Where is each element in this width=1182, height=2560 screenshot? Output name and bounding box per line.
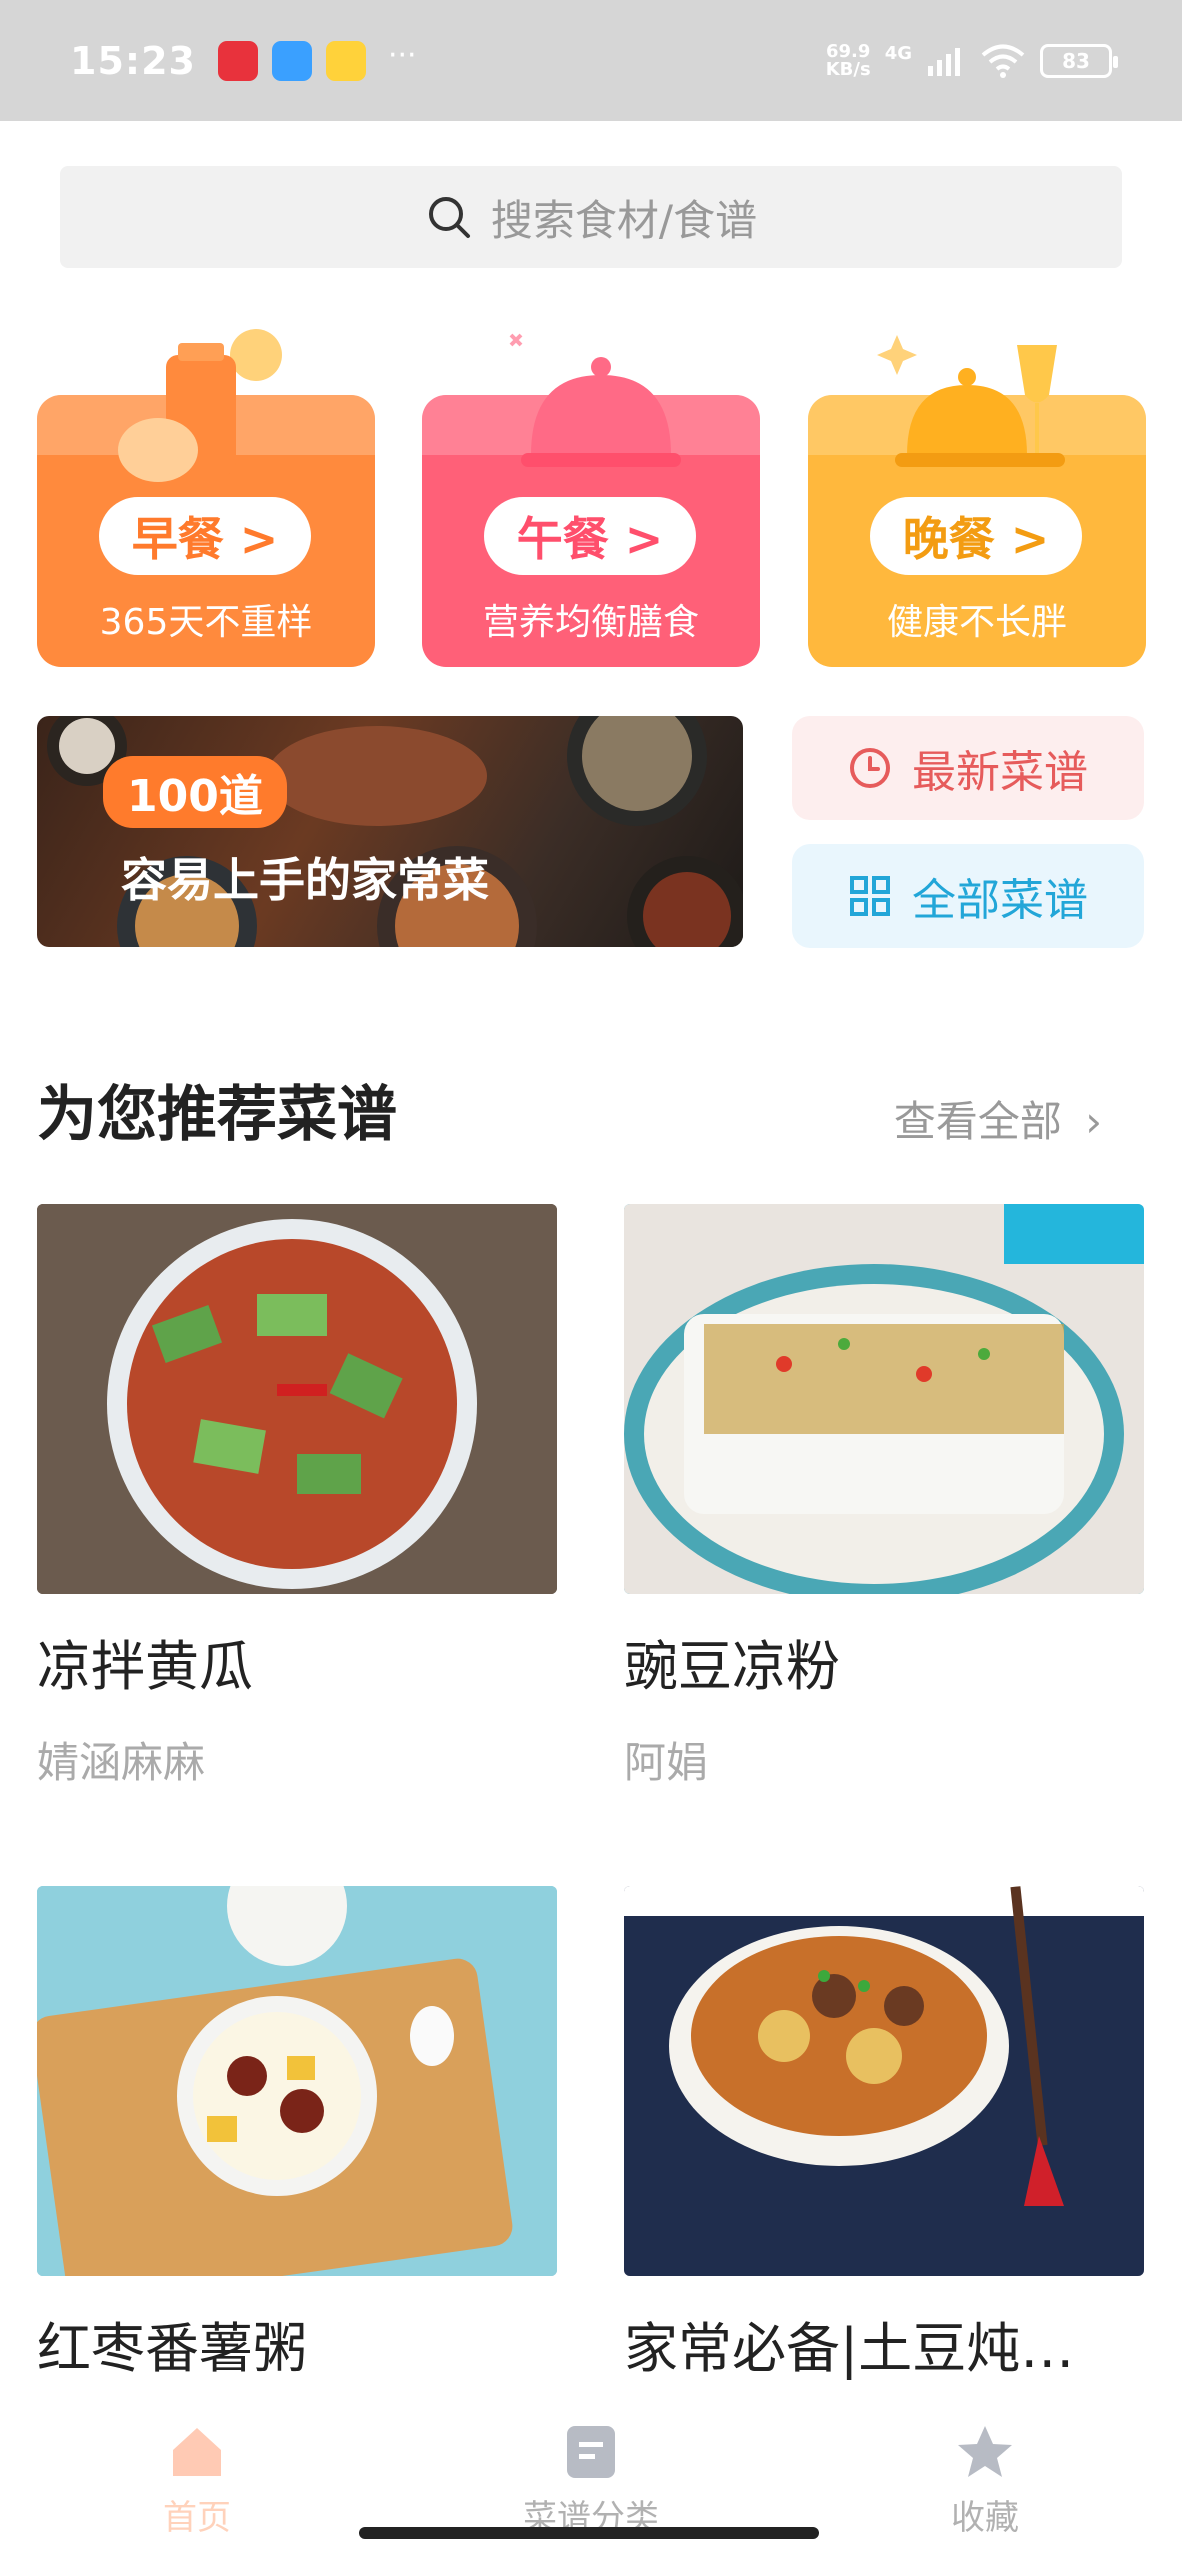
recipe-image xyxy=(37,1886,557,2276)
latest-recipes-label: 最新菜谱 xyxy=(912,747,1088,798)
breakfast-card[interactable]: 早餐 > 365天不重样 xyxy=(37,329,375,667)
search-icon xyxy=(428,197,470,238)
recipe-image xyxy=(37,1204,557,1594)
breakfast-juice-icon xyxy=(118,329,282,482)
search-placeholder: 搜索食材/食谱 xyxy=(490,195,758,245)
recipe-card[interactable]: 红枣番薯粥 xyxy=(37,1886,557,2383)
document-icon xyxy=(567,2425,615,2478)
tab-home[interactable]: 首页 xyxy=(0,2400,394,2560)
recipe-card[interactable]: 凉拌黄瓜 婧涵麻麻 xyxy=(37,1204,557,1790)
banner-count-tag: 100道 xyxy=(103,756,287,828)
status-bar: 15:23 ··· 69.9 KB/s 4G 83 xyxy=(0,0,1182,121)
clock-icon xyxy=(850,748,890,788)
status-time: 15:23 xyxy=(70,38,196,83)
recommend-section-title: 为您推荐菜谱 xyxy=(37,1080,397,1150)
recipe-title: 红枣番薯粥 xyxy=(37,2317,307,2380)
grid-icon xyxy=(850,876,890,916)
signal-icon xyxy=(928,47,960,76)
see-all-link[interactable]: 查看全部 › xyxy=(894,1088,1102,1149)
lunch-cloche-icon xyxy=(509,333,681,467)
all-recipes-button[interactable]: 全部菜谱 xyxy=(792,844,1144,948)
home-indicator[interactable] xyxy=(359,2527,819,2539)
lunch-card[interactable]: 午餐 > 营养均衡膳食 xyxy=(422,333,760,667)
recipe-author: 阿娟 xyxy=(624,1738,709,1787)
lunch-button[interactable]: 午餐 > xyxy=(484,497,696,575)
dinner-button[interactable]: 晚餐 > xyxy=(870,497,1082,575)
banner-caption: 容易上手的家常菜 xyxy=(121,853,489,907)
banner-food-image xyxy=(47,716,743,947)
recipe-title: 家常必备|土豆炖… xyxy=(624,2317,1075,2380)
lunch-subtitle: 营养均衡膳食 xyxy=(482,602,699,643)
weather-app-icon xyxy=(271,40,312,81)
recipe-card[interactable]: 家常必备|土豆炖… xyxy=(624,1886,1144,2383)
news-app-icon xyxy=(217,40,258,81)
tab-favorites[interactable]: 收藏 xyxy=(788,2400,1182,2560)
recipe-image xyxy=(624,1204,1144,1594)
breakfast-subtitle: 365天不重样 xyxy=(99,602,313,643)
recipe-image xyxy=(624,1886,1144,2276)
home-icon xyxy=(173,2427,221,2476)
recipe-author: 婧涵麻麻 xyxy=(37,1738,206,1787)
chevron-right-icon: › xyxy=(1085,1097,1102,1146)
home-cooking-banner[interactable]: 100道 容易上手的家常菜 xyxy=(37,716,743,947)
breakfast-button[interactable]: 早餐 > xyxy=(99,497,311,575)
recipe-title: 凉拌黄瓜 xyxy=(37,1635,253,1698)
dinner-subtitle: 健康不长胖 xyxy=(886,602,1067,643)
network-type: 4G xyxy=(884,43,912,64)
dinner-card[interactable]: 晚餐 > 健康不长胖 xyxy=(808,335,1146,667)
recipe-title: 豌豆凉粉 xyxy=(624,1635,840,1698)
star-icon xyxy=(958,2425,1012,2477)
network-speed: 69.9 KB/s xyxy=(825,40,871,80)
wifi-icon xyxy=(981,44,1025,78)
all-recipes-label: 全部菜谱 xyxy=(912,875,1088,926)
latest-recipes-button[interactable]: 最新菜谱 xyxy=(792,716,1144,820)
dinner-cloche-icon xyxy=(877,335,1065,467)
battery-indicator: 83 xyxy=(1040,43,1118,78)
recipe-card[interactable]: 豌豆凉粉 阿娟 xyxy=(624,1204,1144,1790)
more-notifications-icon: ··· xyxy=(387,38,417,73)
rabbit-app-icon xyxy=(325,40,366,81)
search-bar[interactable]: 搜索食材/食谱 xyxy=(60,166,1122,268)
